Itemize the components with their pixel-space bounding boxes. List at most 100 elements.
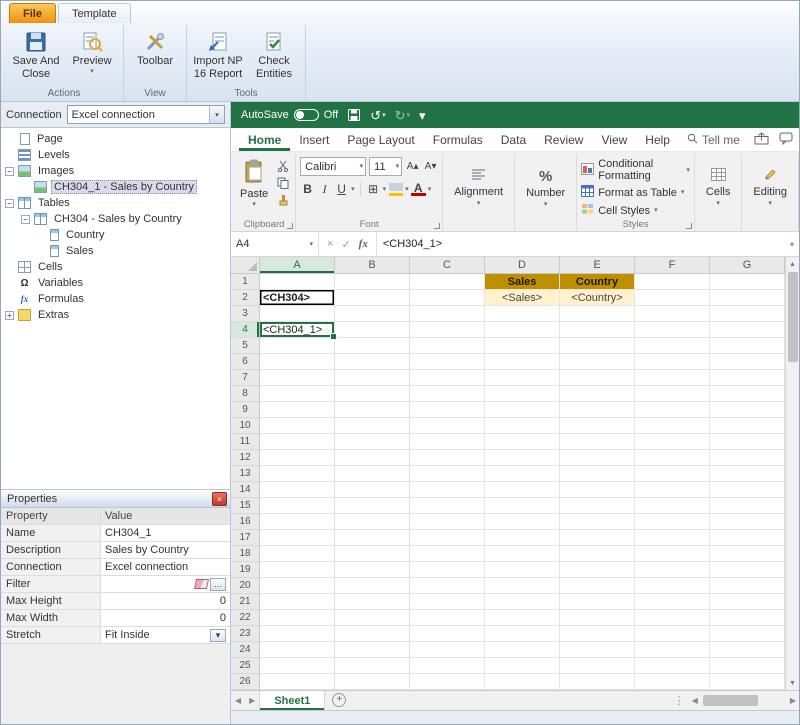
tree-item-variables[interactable]: ΩVariables [1,275,230,291]
cell-e11[interactable] [560,434,635,450]
filter-ellipsis-button[interactable]: … [210,578,226,591]
quick-save-icon[interactable] [347,108,361,122]
cell-b3[interactable] [335,306,410,322]
column-header-a[interactable]: A [260,257,335,274]
cell-g9[interactable] [710,402,785,418]
cell-e12[interactable] [560,450,635,466]
tree-item-extras[interactable]: +Extras [1,307,230,323]
row-header-7[interactable]: 7 [231,370,260,386]
customize-quick-access-icon[interactable]: ▾ [419,109,426,122]
cell-b7[interactable] [335,370,410,386]
formula-bar-input[interactable]: <CH304_1> [377,232,785,256]
property-value-connection[interactable]: Excel connection [101,559,230,575]
cell-g16[interactable] [710,514,785,530]
row-header-13[interactable]: 13 [231,466,260,482]
row-header-10[interactable]: 10 [231,418,260,434]
cell-f16[interactable] [635,514,710,530]
cell-g11[interactable] [710,434,785,450]
cell-c17[interactable] [410,530,485,546]
bold-button[interactable]: B [300,181,315,197]
fill-color-button[interactable] [388,181,403,197]
cell-c15[interactable] [410,498,485,514]
sheet-nav-left-icon[interactable]: ◀ [231,691,245,710]
cell-a26[interactable] [260,674,335,690]
excel-tab-data[interactable]: Data [492,128,535,151]
cell-a5[interactable] [260,338,335,354]
scroll-down-icon[interactable]: ▼ [789,676,796,690]
cell-b15[interactable] [335,498,410,514]
cell-c22[interactable] [410,610,485,626]
row-header-6[interactable]: 6 [231,354,260,370]
tree-item-cells[interactable]: Cells [1,259,230,275]
row-header-3[interactable]: 3 [231,306,260,322]
cell-d8[interactable] [485,386,560,402]
cell-d7[interactable] [485,370,560,386]
excel-tab-insert[interactable]: Insert [290,128,338,151]
row-header-22[interactable]: 22 [231,610,260,626]
row-header-14[interactable]: 14 [231,482,260,498]
property-value-name[interactable]: CH304_1 [101,525,230,541]
styles-dialog-launcher-icon[interactable] [686,223,692,229]
cell-d24[interactable] [485,642,560,658]
clipboard-dialog-launcher-icon[interactable] [287,223,293,229]
row-header-18[interactable]: 18 [231,546,260,562]
enter-icon[interactable]: ✓ [341,238,350,251]
file-tab[interactable]: File [9,3,56,23]
cell-b17[interactable] [335,530,410,546]
autosave-toggle[interactable]: AutoSave Off [241,109,338,121]
check-entities-button[interactable]: Check Entities [246,25,302,84]
cell-g5[interactable] [710,338,785,354]
cell-f8[interactable] [635,386,710,402]
row-header-15[interactable]: 15 [231,498,260,514]
cell-b24[interactable] [335,642,410,658]
cell-f6[interactable] [635,354,710,370]
cell-d10[interactable] [485,418,560,434]
column-header-g[interactable]: G [710,257,785,274]
scroll-up-icon[interactable]: ▲ [789,257,796,271]
cell-e3[interactable] [560,306,635,322]
formula-bar-expand-icon[interactable]: ▾ [785,232,799,256]
cell-c23[interactable] [410,626,485,642]
font-dialog-launcher-icon[interactable] [434,223,440,229]
cell-f2[interactable] [635,290,710,306]
cell-c19[interactable] [410,562,485,578]
tree-expander-icon[interactable]: − [21,215,30,224]
preview-button[interactable]: Preview ▾ [64,25,120,79]
cell-d14[interactable] [485,482,560,498]
cell-b14[interactable] [335,482,410,498]
borders-dropdown-icon[interactable]: ▾ [383,186,387,193]
cell-c26[interactable] [410,674,485,690]
format-as-table-button[interactable]: Format as Table ▾ [581,185,690,200]
cell-a3[interactable] [260,306,335,322]
cell-a11[interactable] [260,434,335,450]
row-header-9[interactable]: 9 [231,402,260,418]
row-header-12[interactable]: 12 [231,450,260,466]
font-name-select[interactable]: Calibri▾ [300,157,366,176]
font-color-dropdown-icon[interactable]: ▾ [428,186,432,193]
underline-button[interactable]: U [334,181,349,197]
cell-b11[interactable] [335,434,410,450]
row-header-1[interactable]: 1 [231,274,260,290]
cell-d4[interactable] [485,322,560,338]
template-tab[interactable]: Template [58,3,131,23]
number-button[interactable]: % Number ▾ [519,157,572,218]
cell-c4[interactable] [410,322,485,338]
tree-expander-icon[interactable]: − [5,167,14,176]
cell-d3[interactable] [485,306,560,322]
share-icon[interactable] [754,132,769,148]
cell-f5[interactable] [635,338,710,354]
cell-d6[interactable] [485,354,560,370]
cell-a10[interactable] [260,418,335,434]
cell-g3[interactable] [710,306,785,322]
cell-g8[interactable] [710,386,785,402]
add-sheet-button[interactable]: + [332,693,346,707]
tree-expander-icon[interactable]: + [5,311,14,320]
cell-f24[interactable] [635,642,710,658]
cell-f7[interactable] [635,370,710,386]
cell-f15[interactable] [635,498,710,514]
cell-e17[interactable] [560,530,635,546]
cell-a24[interactable] [260,642,335,658]
cell-f3[interactable] [635,306,710,322]
cell-b12[interactable] [335,450,410,466]
property-value-max-height[interactable]: 0 [101,593,230,609]
